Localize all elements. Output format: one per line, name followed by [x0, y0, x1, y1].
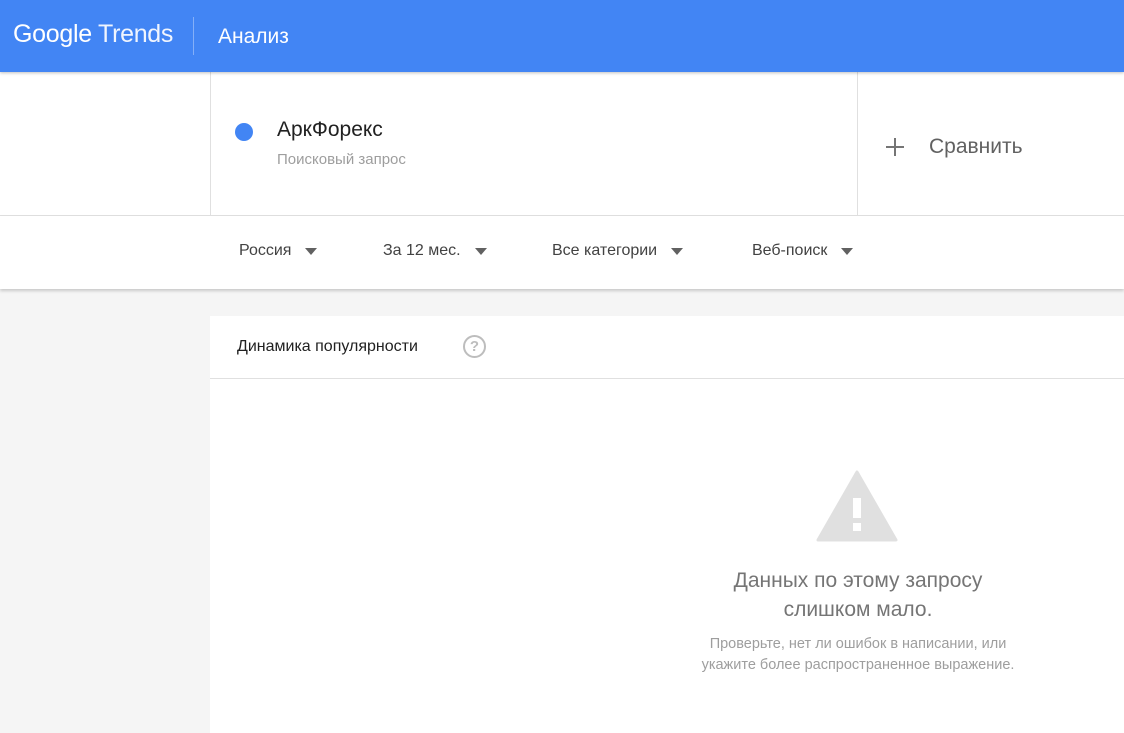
empty-title-line-1: Данных по этому запросу	[733, 569, 983, 592]
search-type-filter-label: Веб-поиск	[752, 242, 828, 259]
period-filter-label: За 12 мес.	[383, 242, 461, 259]
compare-label: Сравнить	[929, 135, 1023, 158]
panel-title: Динамика популярности	[237, 338, 418, 355]
interest-over-time-panel: Динамика популярности ? Данных по этому …	[210, 316, 1124, 733]
filter-bar: Россия За 12 мес. Все категории Веб-поис…	[0, 216, 1124, 289]
region-filter-label: Россия	[239, 242, 292, 259]
google-trends-logo[interactable]: Google Trends	[13, 20, 173, 49]
top-app-bar: Google Trends Анализ	[0, 0, 1124, 72]
region-filter-dropdown[interactable]: Россия	[239, 242, 318, 260]
term-type: Поисковый запрос	[277, 151, 406, 168]
plus-icon	[886, 138, 904, 156]
logo-trends-text: Trends	[98, 20, 174, 48]
logo-google-text: Google	[13, 20, 92, 48]
help-icon[interactable]: ?	[463, 335, 486, 358]
term-name: АркФорекс	[277, 118, 383, 141]
category-filter-label: Все категории	[552, 242, 658, 259]
search-term-strip: АркФорекс Поисковый запрос Сравнить	[0, 72, 1124, 216]
warning-icon	[816, 470, 898, 542]
panel-header: Динамика популярности ?	[210, 316, 1124, 379]
dropdown-arrow-icon	[474, 247, 487, 255]
term-color-dot	[235, 123, 253, 141]
header-divider	[193, 17, 194, 55]
empty-hint-line-1: Проверьте, нет ли ошибок в написании, ил…	[709, 636, 1007, 652]
dropdown-arrow-icon	[841, 247, 854, 255]
page-title: Анализ	[218, 25, 289, 48]
empty-state-hint: Проверьте, нет ли ошибок в написании, ил…	[608, 634, 1108, 676]
dropdown-arrow-icon	[305, 247, 318, 255]
compare-button[interactable]: Сравнить	[886, 130, 1023, 164]
period-filter-dropdown[interactable]: За 12 мес.	[383, 242, 487, 260]
dropdown-arrow-icon	[671, 247, 684, 255]
empty-state-title: Данных по этому запросу слишком мало.	[608, 566, 1108, 624]
empty-title-line-2: слишком мало.	[783, 598, 933, 621]
category-filter-dropdown[interactable]: Все категории	[552, 242, 684, 260]
search-term-card[interactable]: АркФорекс Поисковый запрос	[210, 72, 858, 215]
search-type-filter-dropdown[interactable]: Веб-поиск	[752, 242, 854, 260]
empty-hint-line-2: укажите более распространенное выражение…	[701, 657, 1015, 673]
